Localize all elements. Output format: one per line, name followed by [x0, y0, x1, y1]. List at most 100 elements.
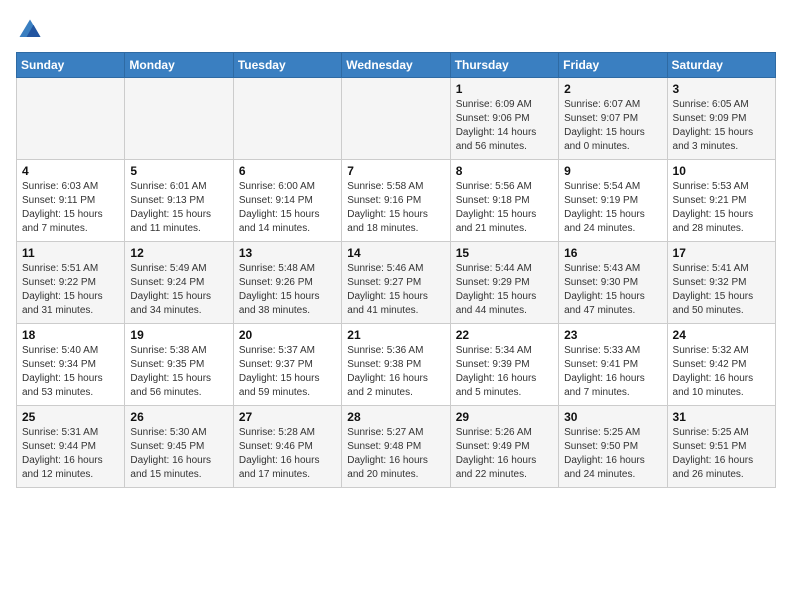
calendar-cell: 9 Sunrise: 5:54 AM Sunset: 9:19 PM Daylig…	[559, 160, 667, 242]
calendar-cell: 14 Sunrise: 5:46 AM Sunset: 9:27 PM Dayli…	[342, 242, 450, 324]
calendar-cell: 18 Sunrise: 5:40 AM Sunset: 9:34 PM Dayli…	[17, 324, 125, 406]
calendar-header-row: SundayMondayTuesdayWednesdayThursdayFrid…	[17, 53, 776, 78]
calendar-cell: 2Sunrise: 6:07 AM Sunset: 9:07 PM Daylig…	[559, 78, 667, 160]
day-number: 14	[347, 246, 444, 260]
day-info: Sunrise: 5:54 AM Sunset: 9:19 PM Dayligh…	[564, 180, 661, 236]
day-number: 17	[673, 246, 770, 260]
day-number: 10	[673, 164, 770, 178]
calendar-cell: 16 Sunrise: 5:43 AM Sunset: 9:30 PM Dayli…	[559, 242, 667, 324]
day-number: 9	[564, 164, 661, 178]
day-info: Sunrise: 5:36 AM Sunset: 9:38 PM Dayligh…	[347, 344, 444, 400]
day-number: 11	[22, 246, 119, 260]
day-info: Sunrise: 5:43 AM Sunset: 9:30 PM Dayligh…	[564, 262, 661, 318]
day-info: Sunrise: 5:31 AM Sunset: 9:44 PM Dayligh…	[22, 426, 119, 482]
day-info: Sunrise: 5:49 AM Sunset: 9:24 PM Dayligh…	[130, 262, 227, 318]
calendar-cell: 27Sunrise: 5:28 AM Sunset: 9:46 PM Dayli…	[233, 406, 341, 488]
calendar-cell	[233, 78, 341, 160]
calendar-cell: 19 Sunrise: 5:38 AM Sunset: 9:35 PM Dayli…	[125, 324, 233, 406]
calendar-week-5: 25 Sunrise: 5:31 AM Sunset: 9:44 PM Dayli…	[17, 406, 776, 488]
day-number: 30	[564, 410, 661, 424]
calendar-cell: 24 Sunrise: 5:32 AM Sunset: 9:42 PM Dayli…	[667, 324, 775, 406]
day-number: 29	[456, 410, 553, 424]
calendar-week-4: 18 Sunrise: 5:40 AM Sunset: 9:34 PM Dayli…	[17, 324, 776, 406]
day-info: Sunrise: 5:46 AM Sunset: 9:27 PM Dayligh…	[347, 262, 444, 318]
calendar-cell: 31 Sunrise: 5:25 AM Sunset: 9:51 PM Dayli…	[667, 406, 775, 488]
day-number: 4	[22, 164, 119, 178]
day-info: Sunrise: 6:09 AM Sunset: 9:06 PM Dayligh…	[456, 98, 553, 154]
day-number: 13	[239, 246, 336, 260]
day-number: 24	[673, 328, 770, 342]
calendar-cell: 11 Sunrise: 5:51 AM Sunset: 9:22 PM Dayli…	[17, 242, 125, 324]
day-number: 3	[673, 82, 770, 96]
calendar-cell: 22Sunrise: 5:34 AM Sunset: 9:39 PM Dayli…	[450, 324, 558, 406]
header-day-friday: Friday	[559, 53, 667, 78]
calendar-cell	[17, 78, 125, 160]
calendar-cell: 8Sunrise: 5:56 AM Sunset: 9:18 PM Daylig…	[450, 160, 558, 242]
day-info: Sunrise: 5:53 AM Sunset: 9:21 PM Dayligh…	[673, 180, 770, 236]
calendar-cell: 29Sunrise: 5:26 AM Sunset: 9:49 PM Dayli…	[450, 406, 558, 488]
day-info: Sunrise: 5:48 AM Sunset: 9:26 PM Dayligh…	[239, 262, 336, 318]
day-number: 1	[456, 82, 553, 96]
day-info: Sunrise: 5:27 AM Sunset: 9:48 PM Dayligh…	[347, 426, 444, 482]
logo	[16, 16, 48, 44]
day-number: 31	[673, 410, 770, 424]
calendar-cell: 20 Sunrise: 5:37 AM Sunset: 9:37 PM Dayli…	[233, 324, 341, 406]
day-info: Sunrise: 5:33 AM Sunset: 9:41 PM Dayligh…	[564, 344, 661, 400]
calendar-cell: 15 Sunrise: 5:44 AM Sunset: 9:29 PM Dayli…	[450, 242, 558, 324]
day-number: 23	[564, 328, 661, 342]
calendar-cell: 4 Sunrise: 6:03 AM Sunset: 9:11 PM Daylig…	[17, 160, 125, 242]
day-info: Sunrise: 5:38 AM Sunset: 9:35 PM Dayligh…	[130, 344, 227, 400]
calendar-cell: 6 Sunrise: 6:00 AM Sunset: 9:14 PM Daylig…	[233, 160, 341, 242]
calendar-cell: 21 Sunrise: 5:36 AM Sunset: 9:38 PM Dayli…	[342, 324, 450, 406]
calendar-week-1: 1 Sunrise: 6:09 AM Sunset: 9:06 PM Daylig…	[17, 78, 776, 160]
day-number: 2	[564, 82, 661, 96]
calendar-week-3: 11 Sunrise: 5:51 AM Sunset: 9:22 PM Dayli…	[17, 242, 776, 324]
calendar-cell	[342, 78, 450, 160]
day-number: 21	[347, 328, 444, 342]
day-number: 5	[130, 164, 227, 178]
calendar-cell: 28 Sunrise: 5:27 AM Sunset: 9:48 PM Dayli…	[342, 406, 450, 488]
day-info: Sunrise: 6:03 AM Sunset: 9:11 PM Dayligh…	[22, 180, 119, 236]
day-info: Sunrise: 5:37 AM Sunset: 9:37 PM Dayligh…	[239, 344, 336, 400]
day-info: Sunrise: 6:05 AM Sunset: 9:09 PM Dayligh…	[673, 98, 770, 154]
day-info: Sunrise: 5:25 AM Sunset: 9:51 PM Dayligh…	[673, 426, 770, 482]
day-info: Sunrise: 5:44 AM Sunset: 9:29 PM Dayligh…	[456, 262, 553, 318]
page-header	[16, 16, 776, 44]
calendar-cell: 1 Sunrise: 6:09 AM Sunset: 9:06 PM Daylig…	[450, 78, 558, 160]
day-info: Sunrise: 5:56 AM Sunset: 9:18 PM Dayligh…	[456, 180, 553, 236]
day-info: Sunrise: 5:30 AM Sunset: 9:45 PM Dayligh…	[130, 426, 227, 482]
calendar-cell: 25 Sunrise: 5:31 AM Sunset: 9:44 PM Dayli…	[17, 406, 125, 488]
calendar-cell: 13 Sunrise: 5:48 AM Sunset: 9:26 PM Dayli…	[233, 242, 341, 324]
day-number: 25	[22, 410, 119, 424]
day-info: Sunrise: 6:01 AM Sunset: 9:13 PM Dayligh…	[130, 180, 227, 236]
calendar-cell: 5 Sunrise: 6:01 AM Sunset: 9:13 PM Daylig…	[125, 160, 233, 242]
day-info: Sunrise: 5:51 AM Sunset: 9:22 PM Dayligh…	[22, 262, 119, 318]
day-info: Sunrise: 5:32 AM Sunset: 9:42 PM Dayligh…	[673, 344, 770, 400]
header-day-monday: Monday	[125, 53, 233, 78]
day-number: 28	[347, 410, 444, 424]
header-day-sunday: Sunday	[17, 53, 125, 78]
day-number: 12	[130, 246, 227, 260]
calendar-cell: 3 Sunrise: 6:05 AM Sunset: 9:09 PM Daylig…	[667, 78, 775, 160]
calendar-week-2: 4 Sunrise: 6:03 AM Sunset: 9:11 PM Daylig…	[17, 160, 776, 242]
day-info: Sunrise: 5:41 AM Sunset: 9:32 PM Dayligh…	[673, 262, 770, 318]
calendar-cell: 12 Sunrise: 5:49 AM Sunset: 9:24 PM Dayli…	[125, 242, 233, 324]
header-day-wednesday: Wednesday	[342, 53, 450, 78]
day-info: Sunrise: 5:25 AM Sunset: 9:50 PM Dayligh…	[564, 426, 661, 482]
day-number: 20	[239, 328, 336, 342]
day-number: 22	[456, 328, 553, 342]
day-number: 18	[22, 328, 119, 342]
day-number: 7	[347, 164, 444, 178]
day-number: 19	[130, 328, 227, 342]
calendar-cell: 10 Sunrise: 5:53 AM Sunset: 9:21 PM Dayli…	[667, 160, 775, 242]
day-info: Sunrise: 5:40 AM Sunset: 9:34 PM Dayligh…	[22, 344, 119, 400]
day-number: 6	[239, 164, 336, 178]
day-number: 16	[564, 246, 661, 260]
day-info: Sunrise: 6:00 AM Sunset: 9:14 PM Dayligh…	[239, 180, 336, 236]
header-day-saturday: Saturday	[667, 53, 775, 78]
calendar-cell: 7Sunrise: 5:58 AM Sunset: 9:16 PM Daylig…	[342, 160, 450, 242]
calendar-cell	[125, 78, 233, 160]
day-number: 15	[456, 246, 553, 260]
header-day-thursday: Thursday	[450, 53, 558, 78]
calendar-table: SundayMondayTuesdayWednesdayThursdayFrid…	[16, 52, 776, 488]
